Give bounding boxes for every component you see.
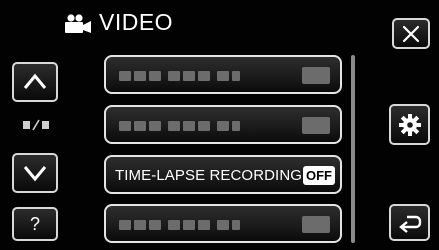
- help-label: ?: [29, 213, 40, 234]
- placeholder-block: [119, 220, 131, 230]
- value-placeholder: [302, 67, 330, 84]
- placeholder-block: [198, 220, 210, 230]
- placeholder-block: [134, 220, 146, 230]
- placeholder-block: [183, 220, 195, 230]
- back-button[interactable]: [389, 204, 430, 241]
- placeholder-block: [149, 71, 161, 81]
- menu-item[interactable]: [104, 55, 342, 94]
- chevron-down-icon: [23, 166, 47, 182]
- settings-button[interactable]: [389, 104, 430, 145]
- placeholder-block: [232, 121, 240, 131]
- value-placeholder: [302, 216, 330, 233]
- value-placeholder: [302, 117, 330, 134]
- help-button[interactable]: ?: [12, 207, 58, 241]
- placeholder-block: [149, 121, 161, 131]
- gear-icon: [398, 113, 421, 136]
- placeholder-block: [119, 121, 131, 131]
- placeholder-block: [119, 71, 131, 81]
- placeholder-block: [217, 220, 229, 230]
- placeholder-block: [217, 121, 229, 131]
- scrollbar[interactable]: [351, 55, 355, 243]
- status-badge: OFF: [303, 166, 335, 185]
- menu-item[interactable]: [104, 105, 342, 144]
- camera-menu-screen: VIDEO ? TIME-LAPSE RECORDING OFF: [0, 0, 439, 250]
- close-button[interactable]: [392, 18, 430, 49]
- close-icon: [402, 25, 420, 42]
- page-indicator-icon: [23, 119, 49, 131]
- placeholder-block: [183, 121, 195, 131]
- placeholder-block: [198, 121, 210, 131]
- placeholder-block: [134, 121, 146, 131]
- placeholder-block: [168, 121, 180, 131]
- scroll-up-button[interactable]: [12, 62, 58, 102]
- placeholder-block: [232, 71, 240, 81]
- menu-item-label: TIME-LAPSE RECORDING: [115, 167, 303, 184]
- placeholder-block: [183, 71, 195, 81]
- placeholder-block: [134, 71, 146, 81]
- placeholder-block: [168, 220, 180, 230]
- menu-item[interactable]: [104, 204, 342, 243]
- placeholder-block: [232, 220, 240, 230]
- placeholder-block: [198, 71, 210, 81]
- chevron-up-icon: [23, 73, 47, 89]
- scroll-down-button[interactable]: [12, 153, 58, 193]
- placeholder-block: [168, 71, 180, 81]
- menu-item-time-lapse-recording[interactable]: TIME-LAPSE RECORDING OFF: [104, 155, 342, 194]
- placeholder-block: [149, 220, 161, 230]
- header: VIDEO: [0, 0, 439, 44]
- return-arrow-icon: [398, 215, 421, 233]
- video-camera-icon: [65, 14, 91, 33]
- page-title: VIDEO: [99, 9, 174, 35]
- placeholder-block: [217, 71, 229, 81]
